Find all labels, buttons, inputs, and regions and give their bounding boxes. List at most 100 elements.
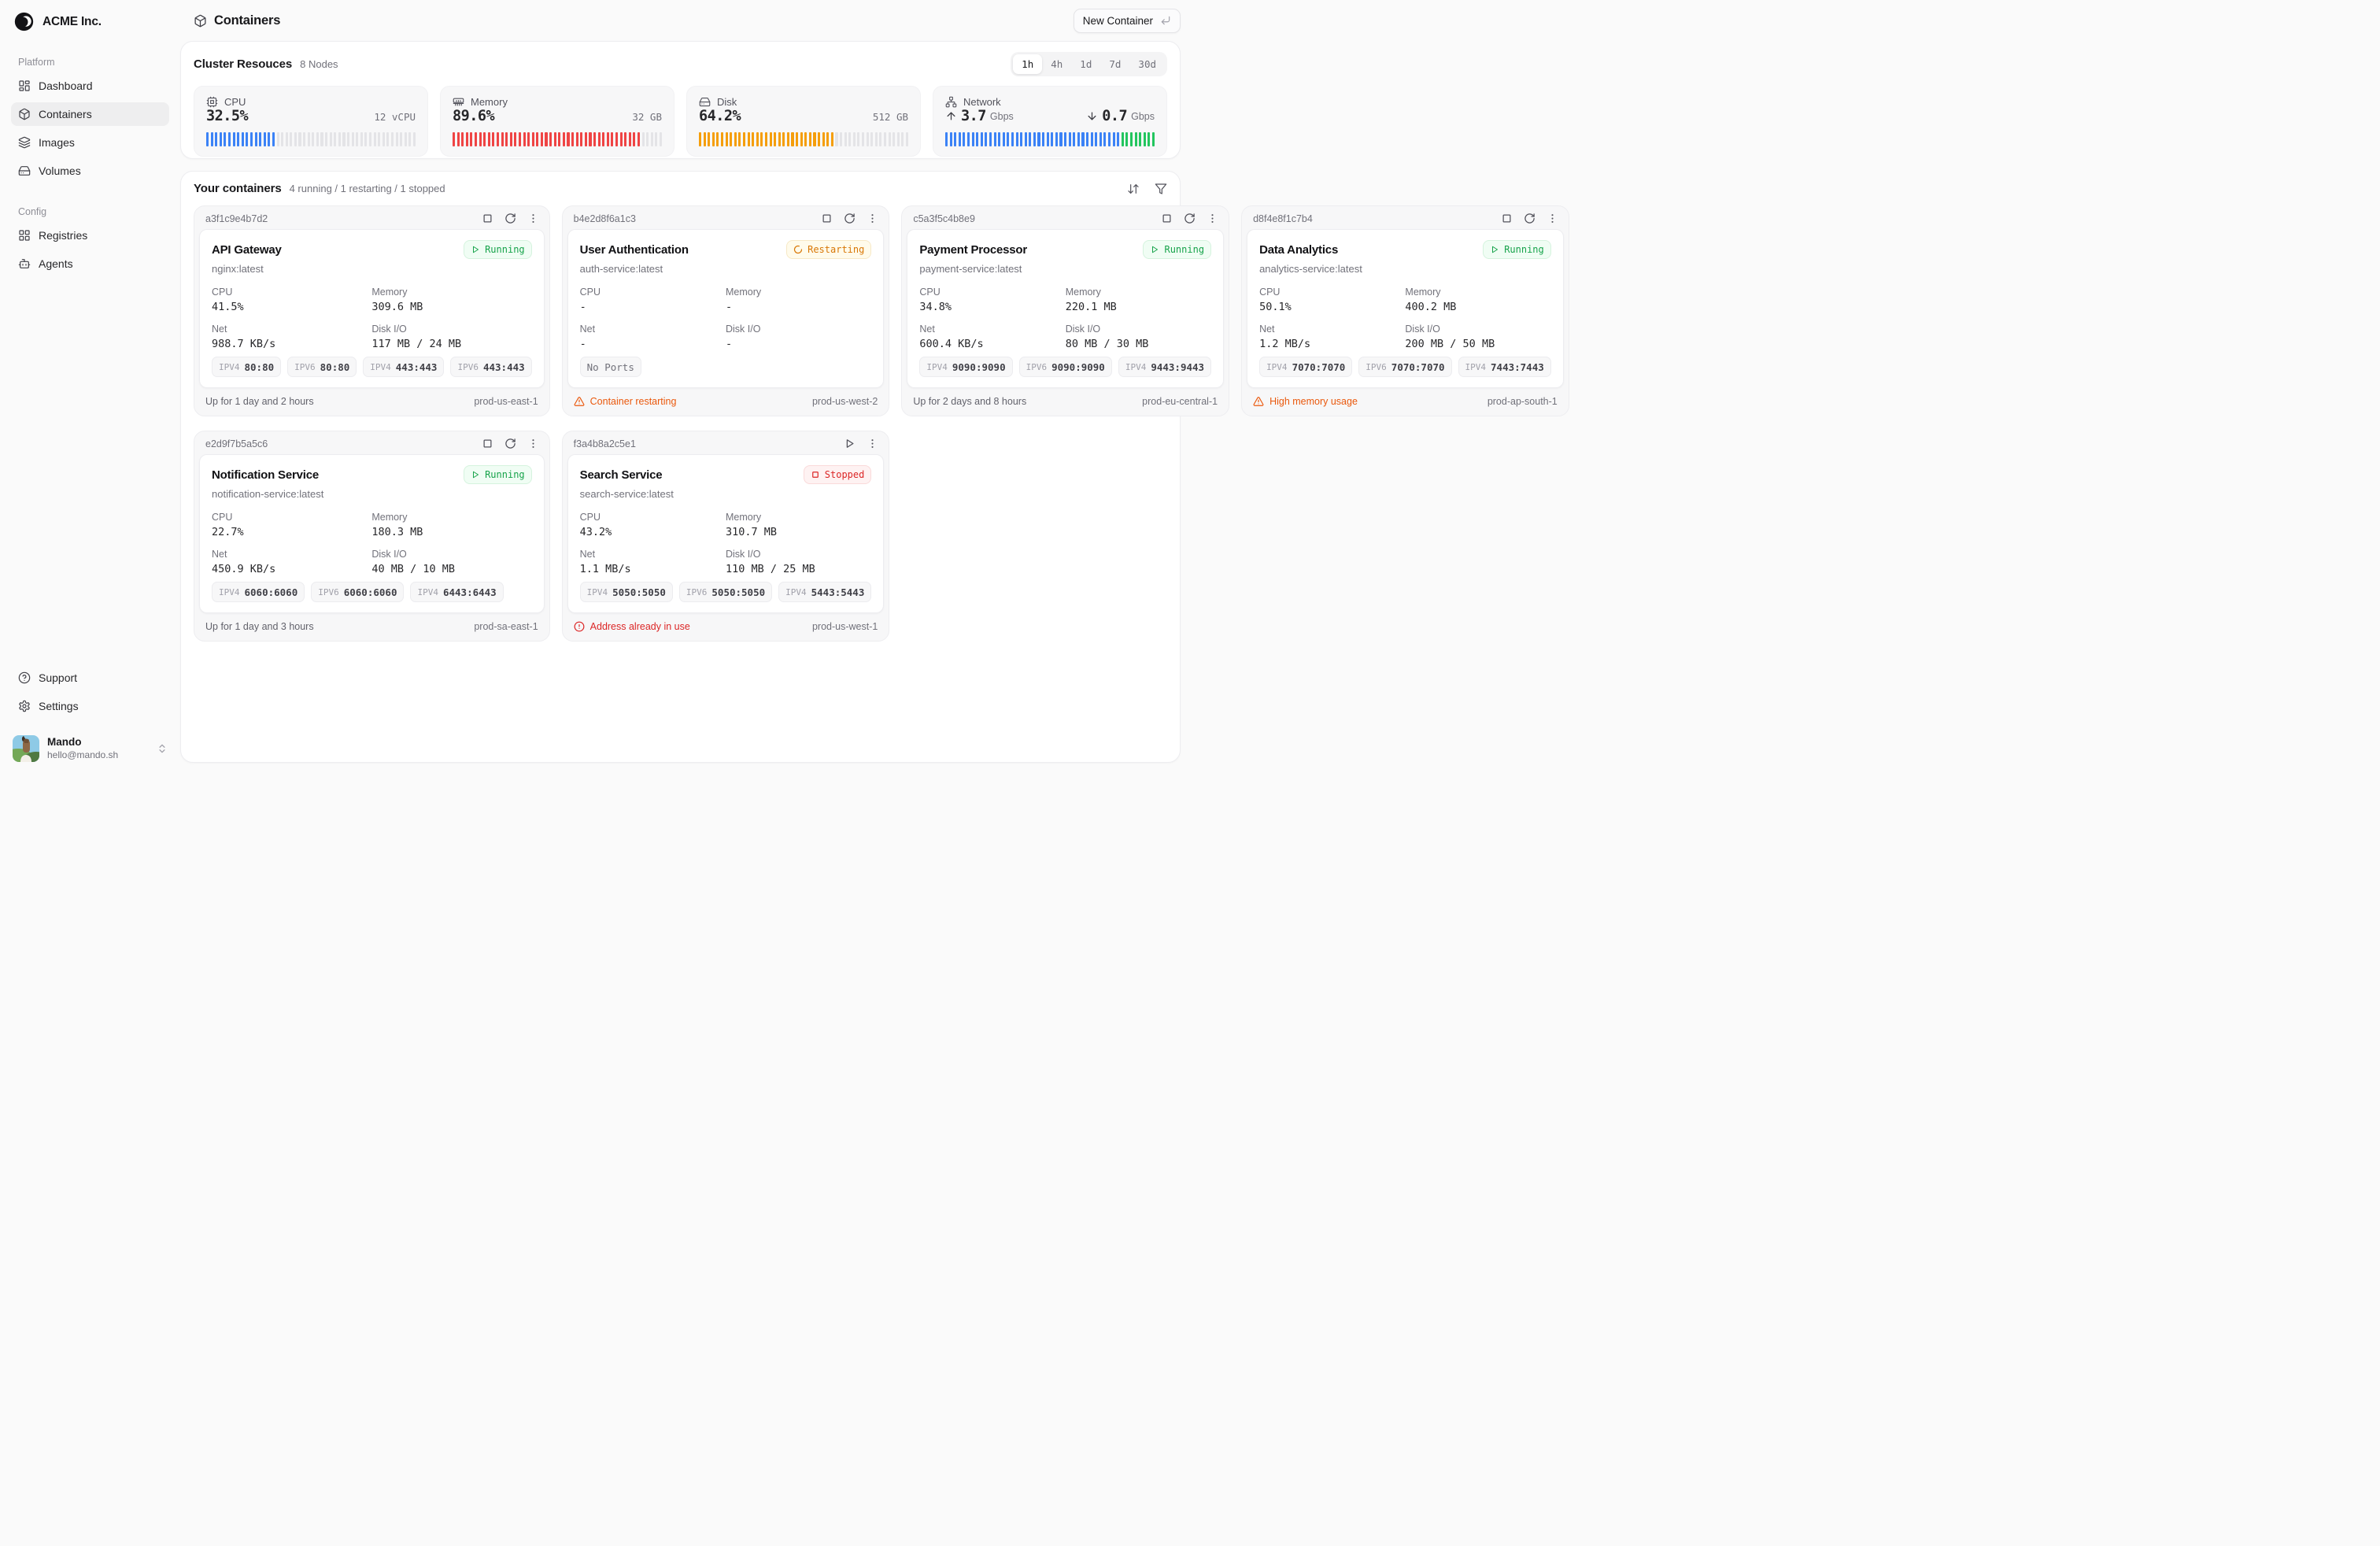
port-protocol: IPV4 (1266, 362, 1288, 372)
port-mapping: 7070:7070 (1391, 361, 1445, 373)
status-icon (1150, 245, 1159, 254)
filter-button[interactable] (1155, 183, 1167, 195)
net-label: Net (1259, 324, 1405, 335)
sidebar-item-support[interactable]: Support (11, 666, 169, 690)
restart-button[interactable] (504, 213, 516, 224)
stop-button[interactable] (482, 213, 493, 224)
time-range-7d[interactable]: 7d (1100, 54, 1129, 74)
drive-icon (18, 165, 31, 177)
stop-button[interactable] (482, 438, 493, 449)
restart-button[interactable] (504, 438, 516, 449)
cluster-title: Cluster Resouces (194, 57, 292, 71)
stop-button[interactable] (1161, 213, 1173, 224)
sidebar-item-volumes[interactable]: Volumes (11, 159, 169, 183)
port-chip: IPV47070:7070 (1259, 357, 1352, 377)
sidebar-item-label: Settings (39, 700, 79, 712)
time-range-1h[interactable]: 1h (1013, 54, 1042, 74)
memory-label: Memory (371, 512, 531, 523)
usage-bar (699, 132, 908, 146)
menu-button[interactable] (1207, 213, 1218, 224)
sidebar-item-label: Agents (39, 257, 73, 270)
port-mapping: 9090:9090 (952, 361, 1006, 373)
status-icon (471, 245, 480, 254)
nav-section-label: Platform (18, 57, 169, 68)
port-protocol: IPV4 (219, 362, 240, 372)
time-range-4h[interactable]: 4h (1042, 54, 1071, 74)
stat-cpu: CPU - (580, 287, 726, 313)
download-unit: Gbps (1131, 111, 1155, 122)
container-name: Search Service (580, 468, 663, 482)
container-title-row: Search Service Stopped (580, 465, 872, 484)
time-range-30d[interactable]: 30d (1129, 54, 1165, 74)
container-card-footer: Up for 2 days and 8 hours prod-eu-centra… (902, 388, 1229, 416)
stop-button[interactable] (1501, 213, 1513, 224)
disk-label: Disk I/O (726, 549, 871, 560)
restart-button[interactable] (1184, 213, 1196, 224)
cpu-label: CPU (919, 287, 1065, 298)
container-card-head: e2d9f7b5a5c6 (194, 431, 549, 454)
menu-button[interactable] (527, 213, 539, 224)
sidebar-item-agents[interactable]: Agents (11, 252, 169, 276)
net-label: Net (919, 324, 1065, 335)
sidebar-item-containers[interactable]: Containers (11, 102, 169, 126)
container-id: a3f1c9e4b7d2 (205, 213, 268, 224)
restart-button[interactable] (1524, 213, 1536, 224)
stat-net: Net 600.4 KB/s (919, 324, 1065, 350)
sidebar-item-settings[interactable]: Settings (11, 694, 169, 718)
menu-button[interactable] (1547, 213, 1558, 224)
container-image: nginx:latest (212, 263, 532, 275)
time-range-1d[interactable]: 1d (1071, 54, 1100, 74)
sidebar-item-registries[interactable]: Registries (11, 224, 169, 247)
footer-status: Up for 1 day and 3 hours (205, 621, 314, 632)
resource-card-cpu: CPU 32.5% 12 vCPU (194, 86, 428, 157)
memory-label: Memory (1066, 287, 1211, 298)
port-chip: IPV69090:9090 (1019, 357, 1112, 377)
stat-net: Net 1.1 MB/s (580, 549, 726, 575)
stop-button[interactable] (821, 213, 833, 224)
status-label: Restarting (808, 244, 864, 255)
status-badge: Stopped (804, 465, 872, 484)
resource-capacity: 12 vCPU (374, 111, 416, 123)
sidebar-item-images[interactable]: Images (11, 131, 169, 154)
disk-value: 117 MB / 24 MB (371, 338, 531, 350)
user-menu[interactable]: Mando hello@mando.sh (11, 735, 169, 762)
port-mapping: 5050:5050 (711, 586, 765, 598)
status-badge: Running (1483, 240, 1551, 259)
memory-value: 220.1 MB (1066, 301, 1211, 313)
container-card-notification-service: e2d9f7b5a5c6 Notification Service Runnin… (194, 431, 550, 642)
port-protocol: IPV6 (294, 362, 316, 372)
menu-button[interactable] (867, 438, 878, 449)
container-card-head: b4e2d8f6a1c3 (563, 206, 889, 229)
stat-disk: Disk I/O 110 MB / 25 MB (726, 549, 871, 575)
container-title-row: Data Analytics Running (1259, 240, 1551, 259)
new-container-button[interactable]: New Container (1074, 9, 1181, 33)
restart-button[interactable] (844, 213, 856, 224)
sidebar-item-label: Support (39, 671, 77, 684)
sidebar-footer: Support Settings (11, 666, 169, 723)
menu-button[interactable] (527, 438, 539, 449)
port-protocol: IPV4 (785, 587, 807, 597)
footer-status: Up for 1 day and 2 hours (205, 396, 314, 407)
container-actions (821, 213, 878, 224)
sort-button[interactable] (1127, 183, 1140, 195)
sidebar-item-dashboard[interactable]: Dashboard (11, 74, 169, 98)
resource-capacity: 32 GB (632, 111, 662, 123)
disk-label: Disk I/O (726, 324, 871, 335)
footer-status: Address already in use (574, 621, 690, 632)
container-image: notification-service:latest (212, 488, 532, 500)
containers-title: Your containers (194, 182, 282, 195)
footer-status-text: Up for 2 days and 8 hours (913, 396, 1026, 407)
menu-button[interactable] (867, 213, 878, 224)
usage-bar (945, 132, 1155, 146)
container-card-head: f3a4b8a2c5e1 (563, 431, 889, 454)
resource-value: 89.6% (453, 108, 494, 124)
stat-net: Net 988.7 KB/s (212, 324, 371, 350)
status-icon (811, 470, 820, 479)
net-label: Net (212, 324, 371, 335)
container-stats: CPU 41.5% Memory 309.6 MB Net 988.7 KB/s… (212, 287, 532, 350)
status-icon (471, 470, 480, 479)
play-button[interactable] (844, 438, 856, 449)
user-name: Mando (47, 736, 118, 749)
container-name: API Gateway (212, 243, 282, 257)
cpu-value: 22.7% (212, 526, 371, 538)
